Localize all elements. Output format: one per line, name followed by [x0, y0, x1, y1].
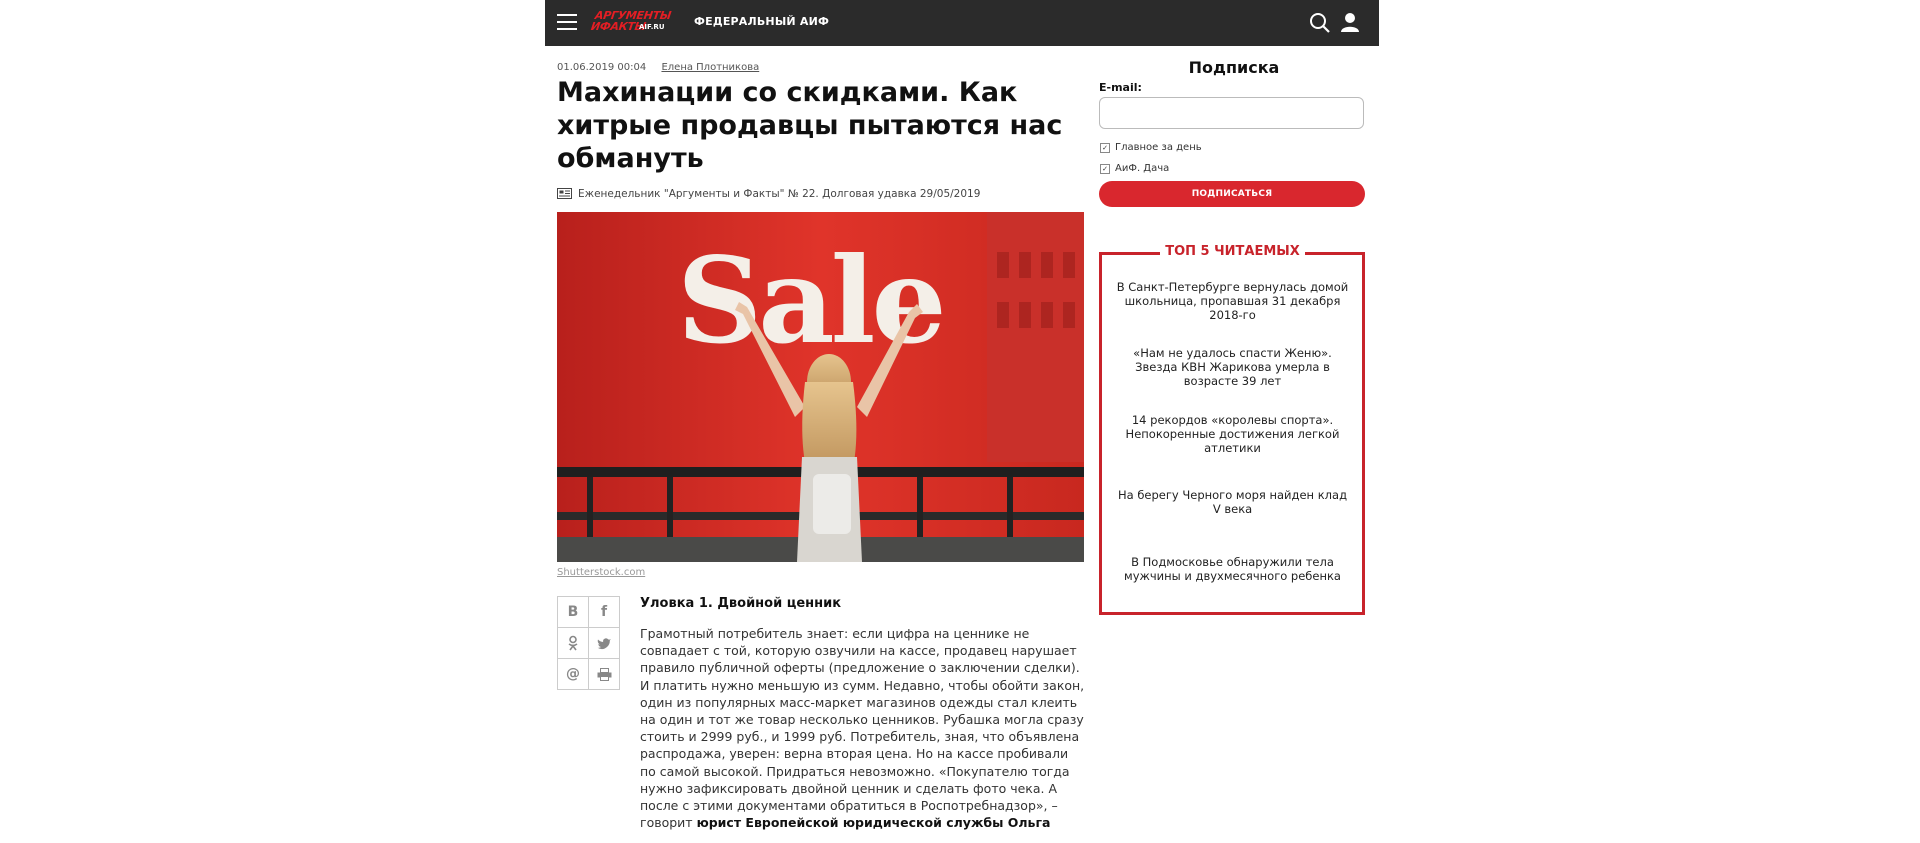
facebook-share-button[interactable]: f — [589, 597, 620, 628]
site-header: АРГУМЕНТЫ ИФАКТЫ AIF.RU ФЕДЕРАЛЬНЫЙ АИФ — [545, 0, 1379, 46]
subscribe-button[interactable]: ПОДПИСАТЬСЯ — [1099, 181, 1365, 207]
subscribe-title: Подписка — [1188, 58, 1280, 77]
image-credit-link[interactable]: Shutterstock.com — [557, 567, 645, 578]
checkbox-daily[interactable]: ✓ Главное за день — [1100, 142, 1202, 153]
hero-image: Sale — [557, 212, 1084, 562]
checkbox-daily-label: Главное за день — [1115, 142, 1202, 153]
checkbox-dacha[interactable]: ✓ АиФ. Дача — [1100, 163, 1169, 174]
article-subheading: Уловка 1. Двойной ценник — [640, 596, 842, 611]
article-body-text: Грамотный потребитель знает: если цифра … — [640, 626, 1085, 831]
logo-domain: AIF.RU — [639, 23, 665, 31]
print-button[interactable] — [589, 659, 620, 690]
article-title: Махинации со скидками. Как хитрые продав… — [557, 77, 1063, 174]
user-icon[interactable] — [1339, 11, 1361, 33]
print-icon — [597, 667, 611, 681]
share-panel: В f @ — [557, 596, 620, 690]
twitter-icon — [597, 637, 611, 649]
email-field[interactable] — [1099, 97, 1364, 129]
site-logo[interactable]: АРГУМЕНТЫ ИФАКТЫ AIF.RU — [590, 9, 673, 35]
facebook-icon: f — [600, 604, 608, 620]
article-body-bold: юрист Европейской юридической службы Оль… — [696, 815, 1051, 831]
search-icon[interactable] — [1309, 12, 1331, 34]
menu-icon[interactable] — [557, 14, 577, 30]
article-author-link[interactable]: Елена Плотникова — [661, 62, 759, 73]
vk-icon: В — [567, 604, 579, 620]
nav-federal-link[interactable]: ФЕДЕРАЛЬНЫЙ АИФ — [694, 15, 829, 28]
odnoklassniki-icon — [568, 635, 578, 651]
at-icon: @ — [566, 666, 580, 682]
vk-share-button[interactable]: В — [558, 597, 589, 628]
top5-item[interactable]: На берегу Черного моря найден клад V век… — [1114, 488, 1351, 516]
top5-item[interactable]: В Подмосковье обнаружили тела мужчины и … — [1114, 555, 1351, 583]
top5-item[interactable]: В Санкт-Петербурге вернулась домой школь… — [1114, 280, 1351, 322]
sale-text: Sale — [677, 231, 943, 370]
newspaper-icon — [557, 188, 572, 199]
checkbox-icon[interactable]: ✓ — [1100, 163, 1110, 174]
twitter-share-button[interactable] — [589, 628, 620, 659]
top5-item[interactable]: «Нам не удалось спасти Женю». Звезда КВН… — [1114, 346, 1351, 388]
checkbox-dacha-label: АиФ. Дача — [1115, 163, 1170, 174]
email-label: E-mail: — [1099, 81, 1142, 94]
article-issue[interactable]: Еженедельник "Аргументы и Факты" № 22. Д… — [557, 188, 980, 200]
article-body: Грамотный потребитель знает: если цифра … — [640, 625, 1085, 831]
ok-share-button[interactable] — [558, 628, 589, 659]
top5-title: ТОП 5 ЧИТАЕМЫХ — [1160, 244, 1305, 259]
email-share-button[interactable]: @ — [558, 659, 589, 690]
issue-text: Еженедельник "Аргументы и Факты" № 22. Д… — [578, 188, 981, 200]
top5-item[interactable]: 14 рекордов «королевы спорта». Непокорен… — [1114, 413, 1351, 455]
article-date: 01.06.2019 00:04 — [557, 62, 647, 73]
checkbox-icon[interactable]: ✓ — [1100, 142, 1110, 153]
article-meta: 01.06.2019 00:04 Елена Плотникова — [557, 62, 759, 73]
